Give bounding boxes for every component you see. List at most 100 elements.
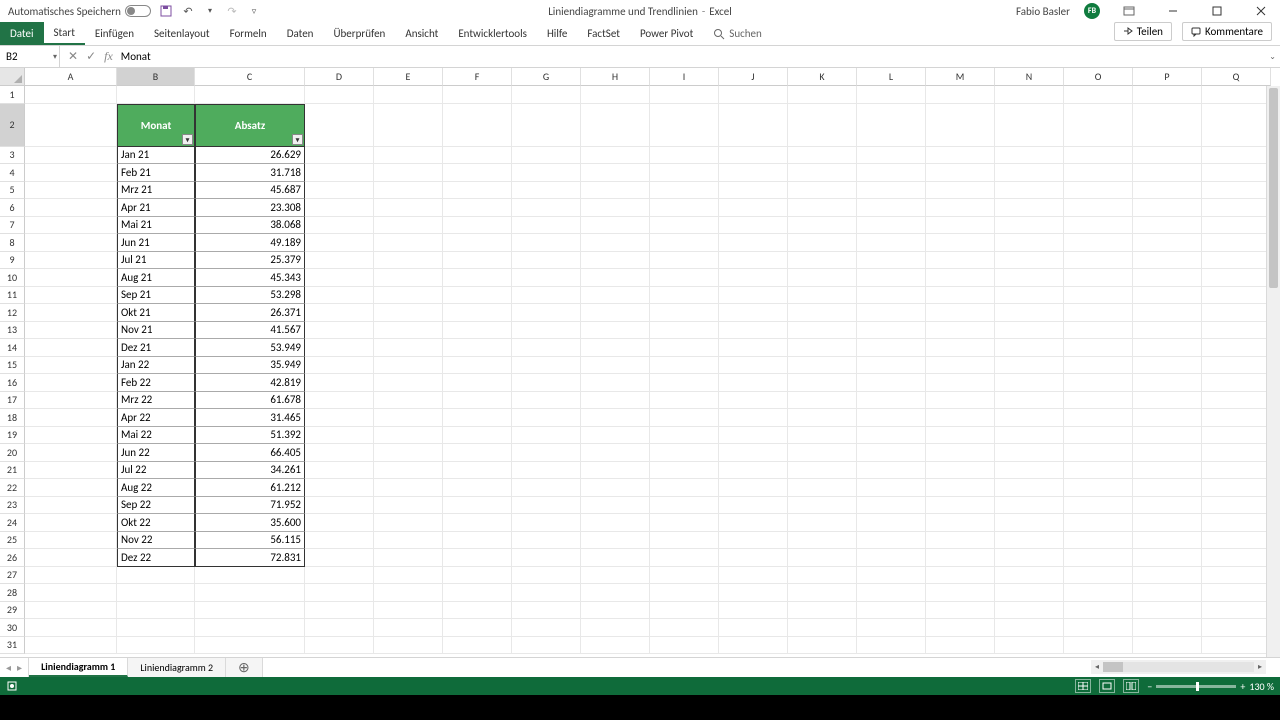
- cell[interactable]: [719, 584, 788, 602]
- cell[interactable]: [650, 252, 719, 270]
- cell[interactable]: [512, 619, 581, 637]
- cell[interactable]: 53.949: [195, 339, 305, 357]
- column-header-L[interactable]: L: [857, 68, 926, 86]
- cell[interactable]: [581, 549, 650, 567]
- cell[interactable]: [650, 514, 719, 532]
- cell[interactable]: [443, 269, 512, 287]
- cell[interactable]: [857, 567, 926, 585]
- cell[interactable]: [857, 392, 926, 410]
- cell[interactable]: [374, 86, 443, 104]
- cell[interactable]: [788, 374, 857, 392]
- cell[interactable]: [995, 444, 1064, 462]
- cell[interactable]: [788, 304, 857, 322]
- row-header[interactable]: 18: [0, 409, 25, 427]
- cell[interactable]: [1133, 164, 1202, 182]
- cell[interactable]: [512, 86, 581, 104]
- cell[interactable]: [117, 602, 195, 620]
- tab-entwicklertools[interactable]: Entwicklertools: [448, 22, 537, 45]
- cell[interactable]: [512, 602, 581, 620]
- cell[interactable]: [374, 427, 443, 445]
- row-header[interactable]: 25: [0, 532, 25, 550]
- cell[interactable]: [995, 392, 1064, 410]
- cell[interactable]: 26.371: [195, 304, 305, 322]
- cell[interactable]: [1064, 584, 1133, 602]
- cell[interactable]: [857, 497, 926, 515]
- name-box[interactable]: B2 ▾: [0, 46, 60, 67]
- cell[interactable]: [443, 532, 512, 550]
- cell[interactable]: [788, 252, 857, 270]
- cell[interactable]: [857, 602, 926, 620]
- cell[interactable]: [857, 479, 926, 497]
- cell[interactable]: [374, 462, 443, 480]
- cell[interactable]: [926, 532, 995, 550]
- cell[interactable]: 61.678: [195, 392, 305, 410]
- cell[interactable]: [1202, 497, 1271, 515]
- cell[interactable]: [195, 584, 305, 602]
- cell[interactable]: [1064, 619, 1133, 637]
- cell[interactable]: [1133, 147, 1202, 165]
- cell[interactable]: [1064, 637, 1133, 655]
- cell[interactable]: [857, 147, 926, 165]
- vertical-scrollbar[interactable]: [1266, 86, 1280, 657]
- cell[interactable]: [305, 427, 374, 445]
- cell[interactable]: [1133, 217, 1202, 235]
- cell[interactable]: [788, 584, 857, 602]
- cell[interactable]: [581, 304, 650, 322]
- cell[interactable]: [512, 357, 581, 375]
- column-header-D[interactable]: D: [305, 68, 374, 86]
- cell[interactable]: [1202, 287, 1271, 305]
- cell[interactable]: [1202, 532, 1271, 550]
- cell[interactable]: [995, 304, 1064, 322]
- cell[interactable]: [788, 234, 857, 252]
- cell[interactable]: 31.718: [195, 164, 305, 182]
- cell[interactable]: [25, 217, 117, 235]
- cell[interactable]: [305, 269, 374, 287]
- cell[interactable]: [25, 322, 117, 340]
- cell[interactable]: [374, 182, 443, 200]
- cell[interactable]: [1133, 322, 1202, 340]
- cell[interactable]: [512, 374, 581, 392]
- filter-dropdown-icon[interactable]: ▾: [292, 134, 303, 145]
- cell[interactable]: [443, 567, 512, 585]
- cell[interactable]: [305, 164, 374, 182]
- cell[interactable]: [1064, 182, 1133, 200]
- cell[interactable]: [1064, 567, 1133, 585]
- cell[interactable]: [443, 637, 512, 655]
- tab-daten[interactable]: Daten: [277, 22, 324, 45]
- cell[interactable]: [305, 374, 374, 392]
- cell[interactable]: Apr 21: [117, 199, 195, 217]
- cell[interactable]: [25, 182, 117, 200]
- cell[interactable]: [305, 147, 374, 165]
- horizontal-scrollbar[interactable]: ◂ ▸: [1091, 660, 1266, 674]
- cell[interactable]: [374, 269, 443, 287]
- cell[interactable]: [1133, 409, 1202, 427]
- cell[interactable]: [1133, 357, 1202, 375]
- row-header[interactable]: 8: [0, 234, 25, 252]
- cell[interactable]: [374, 339, 443, 357]
- column-header-I[interactable]: I: [650, 68, 719, 86]
- cell[interactable]: [788, 322, 857, 340]
- cell[interactable]: [1202, 104, 1271, 147]
- cell[interactable]: [926, 637, 995, 655]
- cell[interactable]: [1133, 497, 1202, 515]
- cell[interactable]: [1202, 304, 1271, 322]
- cell[interactable]: [1133, 619, 1202, 637]
- cell[interactable]: [650, 584, 719, 602]
- cell[interactable]: [374, 374, 443, 392]
- cell[interactable]: [719, 104, 788, 147]
- column-header-P[interactable]: P: [1133, 68, 1202, 86]
- cell[interactable]: [788, 339, 857, 357]
- username-label[interactable]: Fabio Basler: [1016, 5, 1070, 18]
- cell[interactable]: [1064, 514, 1133, 532]
- cell[interactable]: [788, 637, 857, 655]
- cell[interactable]: [926, 427, 995, 445]
- row-header[interactable]: 15: [0, 357, 25, 375]
- cell[interactable]: [995, 409, 1064, 427]
- row-header[interactable]: 28: [0, 584, 25, 602]
- cell[interactable]: [788, 357, 857, 375]
- cell[interactable]: [719, 252, 788, 270]
- row-header[interactable]: 17: [0, 392, 25, 410]
- toggle-switch-icon[interactable]: [125, 5, 151, 17]
- cell[interactable]: [1133, 374, 1202, 392]
- cell[interactable]: [374, 147, 443, 165]
